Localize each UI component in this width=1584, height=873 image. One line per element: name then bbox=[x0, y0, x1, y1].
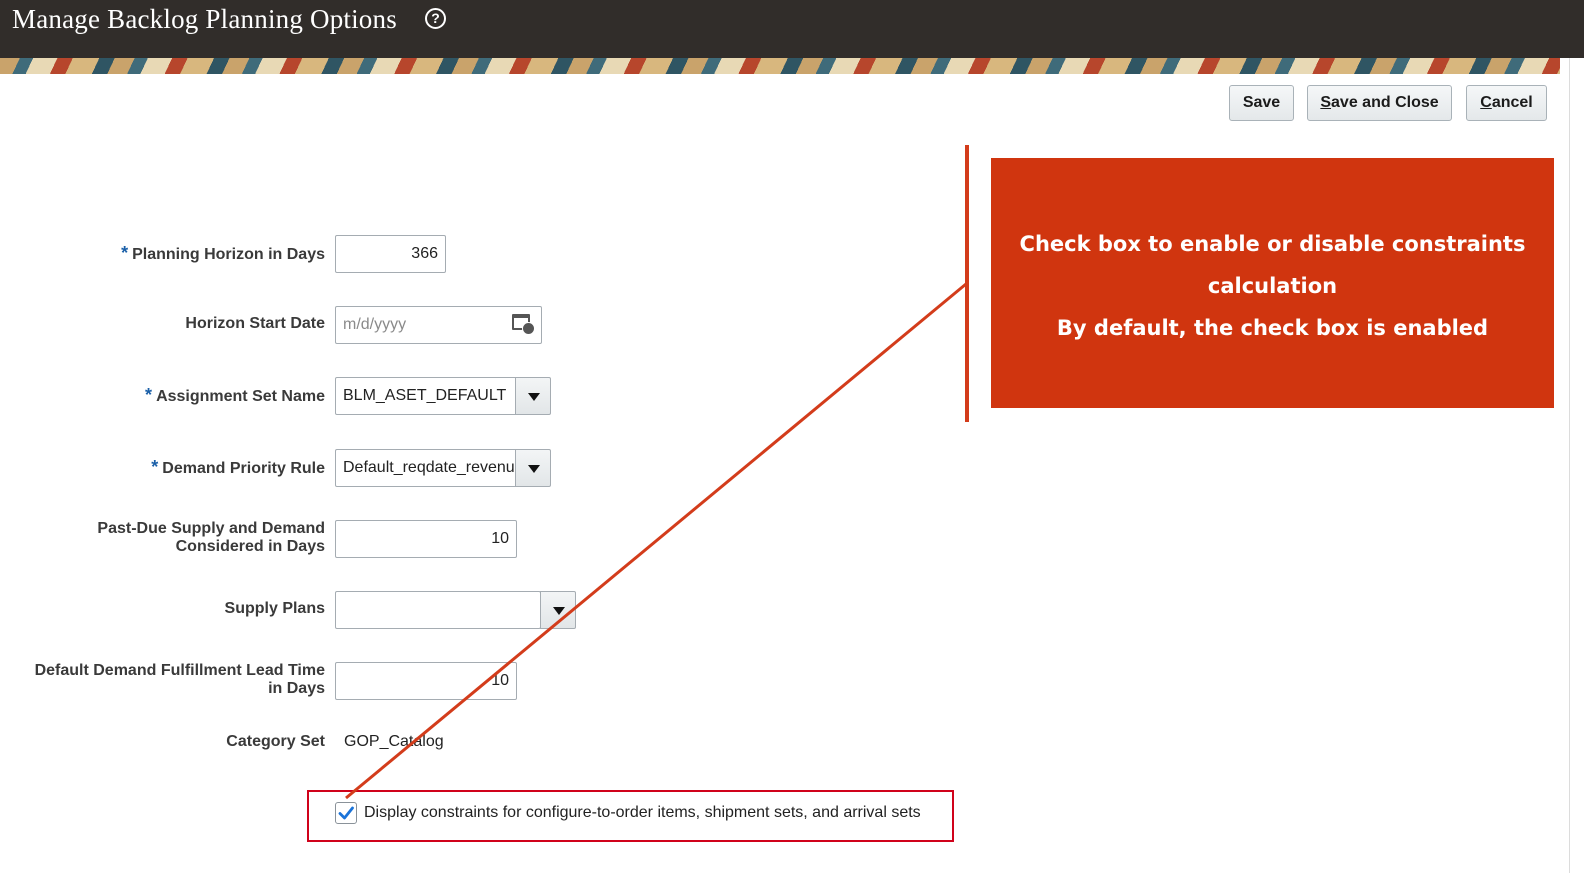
supply-plans-dropdown-icon[interactable] bbox=[540, 591, 576, 629]
decorative-banner bbox=[0, 58, 1560, 74]
vertical-scrollbar[interactable] bbox=[1560, 58, 1584, 873]
horizon-start-date-input[interactable]: m/d/yyyy bbox=[335, 306, 542, 344]
cancel-mnemonic: C bbox=[1480, 94, 1492, 111]
save-button[interactable]: Save bbox=[1229, 85, 1294, 121]
callout-box: Check box to enable or disable constrain… bbox=[991, 158, 1554, 408]
supply-plans-select[interactable] bbox=[335, 591, 541, 629]
required-marker: * bbox=[145, 385, 153, 405]
page-header: Manage Backlog Planning Options ? bbox=[0, 0, 1584, 58]
lead-time-input[interactable]: 10 bbox=[335, 662, 517, 700]
demand-priority-select[interactable]: Default_reqdate_revenu bbox=[335, 449, 517, 487]
checkmark-icon bbox=[338, 806, 354, 820]
assignment-set-select[interactable]: BLM_ASET_DEFAULT bbox=[335, 377, 517, 415]
lead-time-label: Default Demand Fulfillment Lead Time in D… bbox=[35, 662, 325, 698]
cancel-button[interactable]: Cancel bbox=[1466, 85, 1547, 121]
save-close-mnemonic: S bbox=[1320, 94, 1332, 111]
callout-line-1: Check box to enable or disable constrain… bbox=[1019, 232, 1526, 256]
past-due-label: Past-Due Supply and Demand Considered in … bbox=[97, 520, 325, 556]
cancel-label: ancel bbox=[1491, 94, 1533, 111]
assignment-set-label-text: Assignment Set Name bbox=[156, 388, 325, 405]
save-and-close-button[interactable]: Save and Close bbox=[1307, 85, 1452, 121]
demand-priority-label: * Demand Priority Rule bbox=[151, 458, 325, 478]
planning-horizon-label-text: Planning Horizon in Days bbox=[132, 246, 325, 263]
callout-line-2: calculation bbox=[1207, 274, 1338, 298]
lead-time-label-line1: Default Demand Fulfillment Lead Time bbox=[34, 662, 325, 679]
assignment-set-label: * Assignment Set Name bbox=[145, 386, 325, 406]
demand-priority-label-text: Demand Priority Rule bbox=[162, 460, 325, 477]
constraints-checkbox-label: Display constraints for configure-to-ord… bbox=[364, 804, 921, 821]
save-close-label: ave and Close bbox=[1331, 94, 1439, 111]
callout-bracket-line bbox=[965, 145, 969, 422]
supply-plans-label: Supply Plans bbox=[224, 600, 325, 617]
past-due-label-line2: Considered in Days bbox=[175, 538, 325, 555]
past-due-input[interactable]: 10 bbox=[335, 520, 517, 558]
demand-priority-dropdown-icon[interactable] bbox=[515, 449, 551, 487]
lead-time-label-line2: in Days bbox=[268, 680, 325, 697]
page-title: Manage Backlog Planning Options bbox=[12, 4, 397, 34]
horizon-start-date-label: Horizon Start Date bbox=[185, 315, 325, 332]
required-marker: * bbox=[121, 243, 129, 263]
callout-line-3: By default, the check box is enabled bbox=[1056, 316, 1489, 340]
assignment-set-dropdown-icon[interactable] bbox=[515, 377, 551, 415]
required-marker: * bbox=[151, 457, 159, 477]
help-icon[interactable]: ? bbox=[425, 8, 446, 29]
category-set-label: Category Set bbox=[226, 733, 325, 750]
calendar-clock-icon bbox=[522, 322, 535, 335]
constraints-checkbox[interactable] bbox=[335, 802, 357, 824]
scrollbar-track bbox=[1569, 58, 1570, 873]
category-set-value: GOP_Catalog bbox=[344, 733, 444, 750]
planning-horizon-label: * Planning Horizon in Days bbox=[121, 244, 325, 264]
planning-horizon-input[interactable]: 366 bbox=[335, 235, 446, 273]
past-due-label-line1: Past-Due Supply and Demand bbox=[97, 520, 325, 537]
